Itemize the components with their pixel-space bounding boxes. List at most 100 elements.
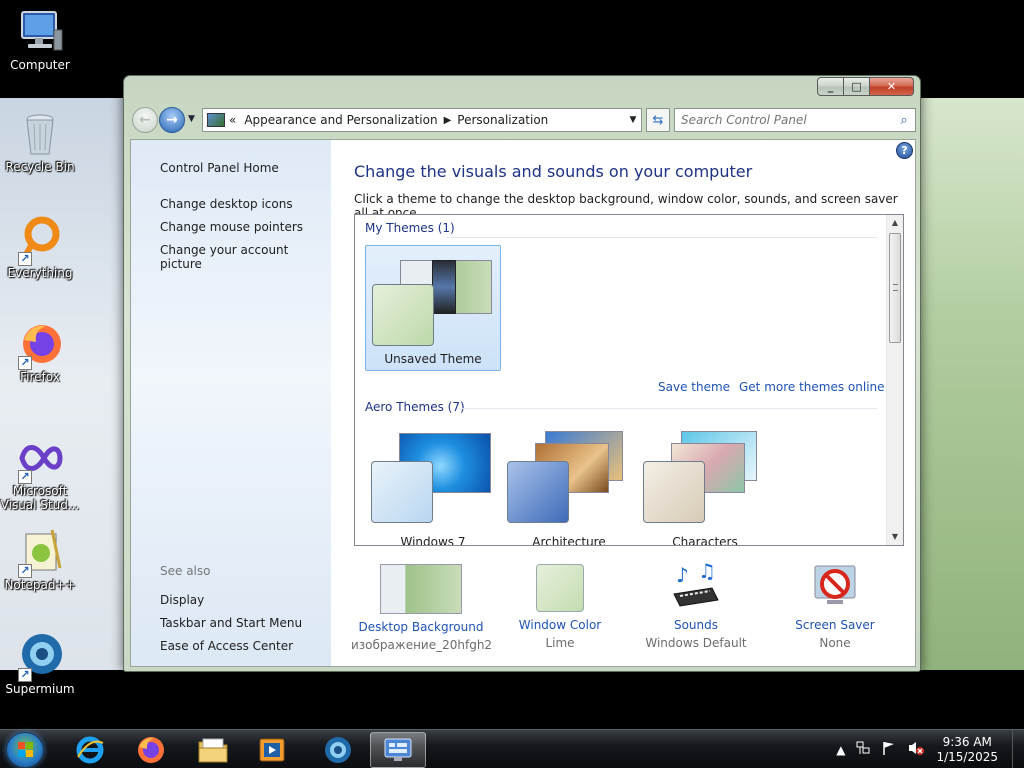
taskbar-internet-explorer[interactable] [62,732,118,768]
ease-of-access-link[interactable]: Ease of Access Center [160,639,293,653]
screen-saver-value: None [819,636,851,650]
taskbar-supermium[interactable] [310,732,366,768]
window-content: Control Panel Home Change desktop icons … [130,139,916,667]
desktop-icon-notepadpp[interactable]: ↗ Notepad++ [0,528,80,592]
group-divider [447,237,877,238]
desktop-icon-computer[interactable]: Computer [0,8,80,72]
sounds-setting[interactable]: ♪ ♫ Sounds Windows Default [626,559,766,650]
theme-characters[interactable]: Characters [637,427,773,546]
firefox-icon [138,737,164,763]
clock-date: 1/15/2025 [936,749,998,764]
window-color-icon [536,564,584,612]
show-hidden-icons-icon[interactable]: ▲ [836,743,845,757]
everything-icon: ↗ [16,216,64,266]
search-icon[interactable]: ⌕ [893,113,915,128]
window-color-setting[interactable]: Window Color Lime [490,560,630,650]
theme-list-scrollbar[interactable]: ▲ ▼ [886,215,903,545]
search-input[interactable] [675,110,893,130]
screen-saver-setting[interactable]: Screen Saver None [765,560,905,650]
show-desktop-button[interactable] [1012,730,1024,768]
sounds-label[interactable]: Sounds [626,618,766,632]
window-color-label[interactable]: Window Color [490,618,630,632]
firefox-icon: ↗ [16,320,64,370]
network-icon[interactable] [855,740,871,759]
scroll-thumb[interactable] [889,233,901,343]
desktop-background-setting[interactable]: Desktop Background изображение_20hfgh25.… [351,560,491,652]
desktop-icon-supermium[interactable]: ↗ Supermium [0,632,80,696]
media-player-icon [259,738,285,762]
theme-color-swatch [371,461,433,523]
windows-logo-icon [18,742,33,757]
group-divider [459,408,877,409]
theme-list[interactable]: My Themes (1) Unsaved Theme Save theme G… [354,214,904,546]
address-dropdown-icon[interactable]: ▼ [625,115,641,125]
desktop-background-label[interactable]: Desktop Background [351,620,491,634]
breadcrumb-personalization[interactable]: Personalization [457,113,548,127]
forward-button[interactable]: → [159,107,185,133]
change-mouse-pointers-link[interactable]: Change mouse pointers [160,220,303,234]
clock-time: 9:36 AM [942,734,992,749]
theme-color-swatch [507,461,569,523]
change-account-picture-link[interactable]: Change your account picture [160,243,331,271]
taskbar-control-panel[interactable] [370,732,426,768]
desktop-background-value: изображение_20hfgh25... [351,638,491,652]
recent-pages-dropdown[interactable]: ▼ [188,114,195,124]
change-desktop-icons-link[interactable]: Change desktop icons [160,197,293,211]
taskbar-start-menu-link[interactable]: Taskbar and Start Menu [160,616,302,630]
theme-windows-7[interactable]: Windows 7 [365,427,501,545]
display-link[interactable]: Display [160,593,204,607]
volume-muted-icon[interactable] [907,740,925,759]
theme-architecture[interactable]: Architecture [501,427,637,546]
save-theme-link[interactable]: Save theme [658,380,730,394]
theme-unsaved[interactable]: Unsaved Theme [365,245,501,371]
address-overflow[interactable]: « [229,113,236,127]
scroll-up-icon[interactable]: ▲ [887,215,903,231]
scroll-down-icon[interactable]: ▼ [887,529,903,545]
start-button[interactable] [6,732,44,768]
sounds-icon: ♪ ♫ [670,559,722,614]
refresh-icon: ⇆ [652,112,664,128]
help-button[interactable]: ? [896,142,913,159]
notification-area: ▲ 9:36 AM 1/15/2025 [831,730,1024,768]
search-box[interactable]: ⌕ [674,108,916,132]
my-themes-heading: My Themes (1) [365,221,455,235]
theme-name: Architecture [532,535,606,546]
help-icon: ? [901,144,908,157]
background-window-right-panel [914,98,1024,670]
computer-icon [16,8,64,56]
clock[interactable]: 9:36 AM 1/15/2025 [936,735,998,765]
back-button[interactable]: ← [132,107,158,133]
notepadpp-icon: ↗ [16,528,64,578]
desktop-background-icon [380,564,462,614]
breadcrumb-appearance[interactable]: Appearance and Personalization [244,113,437,127]
desktop-icon-firefox[interactable]: ↗ Firefox [0,320,80,384]
address-bar[interactable]: « Appearance and Personalization ▶ Perso… [202,108,642,132]
theme-name: Characters [672,535,738,546]
taskbar-firefox[interactable] [123,732,179,768]
window-color-value: Lime [545,636,575,650]
task-pane: Control Panel Home Change desktop icons … [131,140,331,666]
personalization-window: _ □ ✕ ← → ▼ « Appearance and Personaliza… [123,75,921,672]
desktop-icon-visual-studio[interactable]: ↗ Microsoft Visual Stud... [0,434,80,512]
breadcrumb-separator-icon[interactable]: ▶ [444,115,452,126]
theme-color-swatch [372,284,434,346]
sounds-value: Windows Default [645,636,747,650]
refresh-button[interactable]: ⇆ [646,108,670,132]
see-also-heading: See also [160,564,211,578]
folder-icon [198,738,228,763]
desktop-icon-recycle-bin[interactable]: Recycle Bin [0,110,80,174]
taskbar-media-player[interactable] [244,732,300,768]
control-panel-icon [384,738,412,761]
control-panel-home-link[interactable]: Control Panel Home [160,161,279,175]
theme-preview-phone [432,260,456,314]
action-center-flag-icon[interactable] [881,740,897,759]
close-button[interactable]: ✕ [870,77,914,96]
get-more-themes-link[interactable]: Get more themes online [739,380,885,394]
desktop-icon-everything[interactable]: ↗ Everything [0,216,80,280]
minimize-button[interactable]: _ [817,77,844,96]
supermium-icon [325,737,351,763]
screen-saver-label[interactable]: Screen Saver [765,618,905,632]
maximize-button[interactable]: □ [844,77,870,96]
supermium-icon: ↗ [16,632,64,682]
taskbar-file-explorer[interactable] [185,732,241,768]
